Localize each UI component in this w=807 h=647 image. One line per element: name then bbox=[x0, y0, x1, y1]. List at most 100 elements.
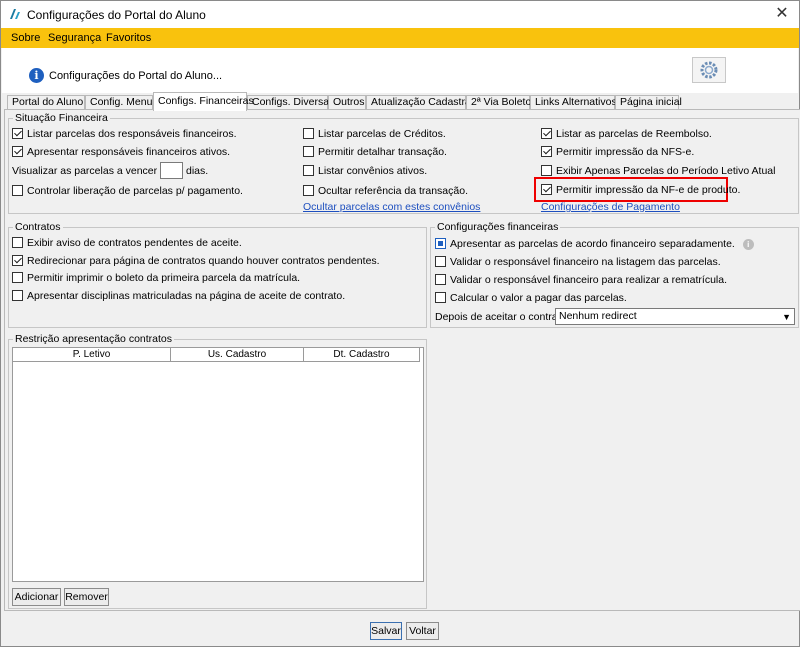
checkbox-listar-reembolso[interactable]: Listar as parcelas de Reembolso. bbox=[541, 128, 712, 142]
chevron-down-icon: ▼ bbox=[782, 312, 791, 322]
checkbox-listar-parcelas-responsaveis[interactable]: Listar parcelas dos responsáveis finance… bbox=[12, 128, 237, 142]
checkbox-checked[interactable] bbox=[12, 255, 23, 266]
checkbox-label: Exibir Apenas Parcelas do Período Letivo… bbox=[556, 165, 776, 177]
checkbox-convenios-ativos[interactable]: Listar convênios ativos. bbox=[303, 165, 427, 179]
checkbox-unchecked[interactable] bbox=[303, 128, 314, 139]
visualizar-label: Visualizar as parcelas a vencer com bbox=[12, 165, 180, 177]
tab-pagina-inicial[interactable]: Página inicial bbox=[615, 95, 682, 110]
checkbox-redirecionar-contratos[interactable]: Redirecionar para página de contratos qu… bbox=[12, 255, 380, 269]
background-strip bbox=[800, 0, 807, 647]
checkbox-aviso-contratos[interactable]: Exibir aviso de contratos pendentes de a… bbox=[12, 237, 242, 251]
save-button[interactable]: Salvar bbox=[370, 622, 402, 640]
tab-portal-do-aluno[interactable]: Portal do Aluno bbox=[7, 95, 85, 110]
settings-button[interactable] bbox=[692, 57, 726, 83]
checkbox-label: Listar parcelas de Créditos. bbox=[318, 128, 446, 140]
checkbox-checked[interactable] bbox=[435, 238, 446, 249]
checkbox-apresentar-disciplinas[interactable]: Apresentar disciplinas matriculadas na p… bbox=[12, 290, 345, 304]
checkbox-calcular-valor[interactable]: Calcular o valor a pagar das parcelas. bbox=[435, 292, 627, 306]
menu-bar: Sobre Segurança Favoritos bbox=[1, 28, 799, 48]
checkbox-label: Apresentar disciplinas matriculadas na p… bbox=[27, 290, 346, 302]
menu-favoritos[interactable]: Favoritos bbox=[106, 32, 151, 44]
checkbox-controlar-liberacao[interactable]: Controlar liberação de parcelas p/ pagam… bbox=[12, 185, 243, 199]
checkbox-unchecked[interactable] bbox=[12, 272, 23, 283]
tab-outros[interactable]: Outros bbox=[328, 95, 366, 110]
checkbox-unchecked[interactable] bbox=[303, 185, 314, 196]
checkbox-validar-listagem[interactable]: Validar o responsável financeiro na list… bbox=[435, 256, 721, 270]
tab-atualizacao-cadastral[interactable]: Atualização Cadastral bbox=[366, 95, 473, 110]
checkbox-unchecked[interactable] bbox=[435, 256, 446, 267]
column-header[interactable]: Us. Cadastro bbox=[171, 348, 304, 362]
checkbox-label: Controlar liberação de parcelas p/ pagam… bbox=[27, 185, 243, 197]
restricao-grid[interactable]: P. Letivo Us. Cadastro Dt. Cadastro bbox=[12, 347, 424, 582]
dias-label: dias. bbox=[186, 165, 209, 177]
checkbox-unchecked[interactable] bbox=[435, 274, 446, 285]
window-title: Configurações do Portal do Aluno bbox=[27, 8, 206, 22]
remove-button[interactable]: Remover bbox=[64, 588, 109, 606]
checkbox-checked[interactable] bbox=[12, 146, 23, 157]
info-icon: i bbox=[29, 68, 44, 83]
checkbox-apresentar-responsaveis[interactable]: Apresentar responsáveis financeiros ativ… bbox=[12, 146, 230, 160]
tab-2-via-boleto[interactable]: 2ª Via Boleto bbox=[466, 95, 531, 110]
header-panel: i Configurações do Portal do Aluno... bbox=[2, 48, 798, 93]
checkbox-imprimir-boleto[interactable]: Permitir imprimir o boleto da primeira p… bbox=[12, 272, 300, 286]
tab-configs-diversas[interactable]: Configs. Diversas bbox=[247, 95, 334, 110]
checkbox-impressao-nfe-produto[interactable]: Permitir impressão da NF-e de produto. bbox=[541, 184, 740, 198]
checkbox-label: Redirecionar para página de contratos qu… bbox=[27, 255, 380, 267]
checkbox-unchecked[interactable] bbox=[12, 237, 23, 248]
redirect-select[interactable]: Nenhum redirect ▼ bbox=[555, 308, 795, 325]
tab-links-alternativos[interactable]: Links Alternativos bbox=[530, 95, 617, 110]
checkbox-label: Permitir detalhar transação. bbox=[318, 146, 447, 158]
checkbox-checked[interactable] bbox=[541, 146, 552, 157]
checkbox-label: Validar o responsável financeiro na list… bbox=[450, 256, 721, 268]
checkbox-impressao-nfse[interactable]: Permitir impressão da NFS-e. bbox=[541, 146, 694, 160]
add-button[interactable]: Adicionar bbox=[12, 588, 61, 606]
checkbox-acordo-separadamente[interactable]: Apresentar as parcelas de acordo finance… bbox=[435, 238, 754, 252]
checkbox-validar-rematricula[interactable]: Validar o responsável financeiro para re… bbox=[435, 274, 727, 288]
column-header[interactable]: Dt. Cadastro bbox=[304, 348, 420, 362]
checkbox-checked[interactable] bbox=[541, 184, 552, 195]
checkbox-unchecked[interactable] bbox=[303, 146, 314, 157]
checkbox-label: Validar o responsável financeiro para re… bbox=[450, 274, 728, 286]
menu-sobre[interactable]: Sobre bbox=[11, 32, 40, 44]
checkbox-unchecked[interactable] bbox=[12, 185, 23, 196]
checkbox-label: Listar as parcelas de Reembolso. bbox=[556, 128, 712, 140]
tab-configs-financeiras[interactable]: Configs. Financeiras bbox=[153, 92, 254, 111]
checkbox-label: Permitir imprimir o boleto da primeira p… bbox=[27, 272, 301, 284]
checkbox-listar-creditos[interactable]: Listar parcelas de Créditos. bbox=[303, 128, 446, 142]
checkbox-unchecked[interactable] bbox=[541, 165, 552, 176]
group-title: Configurações financeiras bbox=[435, 221, 561, 233]
checkbox-unchecked[interactable] bbox=[435, 292, 446, 303]
title-bar: Configurações do Portal do Aluno ✕ bbox=[1, 1, 799, 28]
app-logo-icon bbox=[10, 9, 20, 19]
checkbox-unchecked[interactable] bbox=[303, 165, 314, 176]
checkbox-label: Apresentar responsáveis financeiros ativ… bbox=[27, 146, 231, 158]
group-title: Restrição apresentação contratos bbox=[13, 333, 175, 345]
checkbox-detalhar-transacao[interactable]: Permitir detalhar transação. bbox=[303, 146, 447, 160]
group-title: Contratos bbox=[13, 221, 63, 233]
main-window: Configurações do Portal do Aluno ✕ Sobre… bbox=[0, 0, 803, 647]
help-icon: i bbox=[742, 239, 754, 250]
link-configuracoes-pagamento[interactable]: Configurações de Pagamento bbox=[541, 201, 680, 213]
tab-config-menu[interactable]: Config. Menu bbox=[85, 95, 153, 110]
days-input[interactable] bbox=[160, 162, 183, 179]
checkbox-label: Ocultar referência da transação. bbox=[318, 185, 468, 197]
depois-label: Depois de aceitar o contrato: bbox=[435, 311, 570, 323]
column-header[interactable]: P. Letivo bbox=[13, 348, 171, 362]
checkbox-label: Exibir aviso de contratos pendentes de a… bbox=[27, 237, 242, 249]
checkbox-ocultar-referencia[interactable]: Ocultar referência da transação. bbox=[303, 185, 468, 199]
menu-seguranca[interactable]: Segurança bbox=[48, 32, 101, 44]
gear-icon bbox=[700, 61, 718, 79]
checkbox-unchecked[interactable] bbox=[12, 290, 23, 301]
checkbox-label: Apresentar as parcelas de acordo finance… bbox=[450, 238, 735, 250]
checkbox-label: Permitir impressão da NFS-e. bbox=[556, 146, 695, 158]
checkbox-label: Permitir impressão da NF-e de produto. bbox=[556, 184, 741, 196]
close-icon[interactable]: ✕ bbox=[771, 4, 793, 24]
checkbox-label: Listar convênios ativos. bbox=[318, 165, 428, 177]
checkbox-checked[interactable] bbox=[12, 128, 23, 139]
checkbox-checked[interactable] bbox=[541, 128, 552, 139]
checkbox-label: Listar parcelas dos responsáveis finance… bbox=[27, 128, 237, 140]
checkbox-label: Calcular o valor a pagar das parcelas. bbox=[450, 292, 627, 304]
back-button[interactable]: Voltar bbox=[406, 622, 439, 640]
link-ocultar-convenios[interactable]: Ocultar parcelas com estes convênios bbox=[303, 201, 480, 213]
select-value: Nenhum redirect bbox=[559, 310, 637, 322]
